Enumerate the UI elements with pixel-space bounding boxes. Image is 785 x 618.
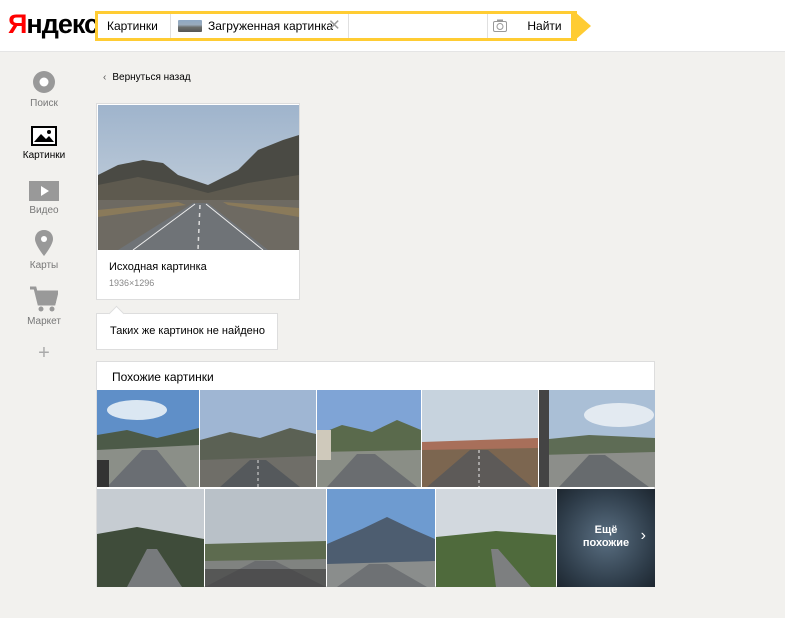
no-duplicates-message: Таких же картинок не найдено [96,313,278,350]
original-image-card[interactable]: Исходная картинка 1936×1296 [96,103,300,300]
nav-label: Маркет [27,316,61,327]
uploaded-chip-label: Загруженная картинка [208,19,334,33]
header: Яндекс Картинки Загруженная картинка ✕ Н… [0,0,785,52]
nav-label: Видео [29,205,59,216]
close-icon[interactable]: ✕ [328,14,341,38]
back-link[interactable]: ‹ Вернуться назад [103,72,191,83]
uploaded-thumbnail [178,20,202,32]
original-image-size: 1936×1296 [109,278,155,288]
chevron-left-icon: ‹ [103,72,107,83]
image-icon [31,126,57,146]
similar-image[interactable] [539,390,655,487]
cart-icon [30,286,58,312]
chevron-right-icon: › [640,527,646,544]
similar-image[interactable] [97,390,199,487]
search-bar[interactable]: Картинки Загруженная картинка ✕ [95,11,577,41]
nav-label: Карты [29,260,59,271]
similar-image[interactable] [97,489,204,587]
original-image-title: Исходная картинка [109,261,207,273]
back-link-label: Вернуться назад [112,72,191,83]
similar-image[interactable] [436,489,556,587]
map-pin-icon [35,230,53,256]
nav-item-market[interactable]: Маркет [0,286,88,327]
similar-images-title[interactable]: Похожие картинки [112,370,214,384]
nav-item-video[interactable]: Видео [0,181,88,216]
similar-image[interactable] [422,390,538,487]
more-similar-line1: Ещё [594,524,618,536]
search-chip-service[interactable]: Картинки [98,14,171,38]
plus-icon[interactable]: + [0,342,88,365]
search-arrow-decoration [574,11,591,41]
search-circle-icon [33,71,55,93]
nav-label: Картинки [22,150,66,161]
nav-item-images[interactable]: Картинки [0,126,88,161]
similar-image[interactable] [317,390,421,487]
similar-image[interactable] [205,489,326,587]
search-button[interactable]: Найти [518,14,571,38]
more-similar-line2: похожие [582,537,630,549]
original-image[interactable] [98,105,299,250]
nav-item-search[interactable]: Поиск [0,70,88,109]
similar-image[interactable] [200,390,316,487]
search-chip-uploaded-image[interactable]: Загруженная картинка ✕ [172,14,349,38]
video-icon [29,181,59,201]
similar-images-section: Похожие картинки Ещё похожие › [96,361,655,587]
nav-label: Поиск [30,98,58,109]
similar-image[interactable] [327,489,435,587]
yandex-logo[interactable]: Яндекс [8,9,99,40]
camera-icon[interactable] [487,14,511,38]
nav-item-maps[interactable]: Карты [0,230,88,271]
more-similar-button[interactable]: Ещё похожие › [557,489,655,587]
